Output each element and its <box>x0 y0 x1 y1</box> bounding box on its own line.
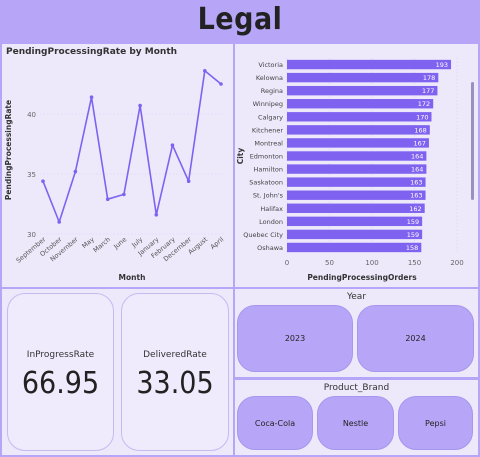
kpi-value-inprogress: 66.95 <box>21 366 100 401</box>
bar-value-label: 167 <box>414 139 426 147</box>
bar-value-label: 159 <box>407 231 419 239</box>
line-point <box>186 179 191 183</box>
bar <box>287 216 423 227</box>
category-label: Kelowna <box>256 74 283 82</box>
bar-value-label: 177 <box>422 87 434 95</box>
line-chart: 303540SeptemberOctoberNovember MayMarch Ju… <box>4 69 226 282</box>
line-point <box>57 220 61 224</box>
x-tick-label: 200 <box>450 259 463 267</box>
brand-option-pepsi[interactable]: Pepsi <box>398 396 473 450</box>
category-label: Victoria <box>258 61 283 69</box>
category-label: St. John's <box>253 192 284 200</box>
kpi-label-delivered: DeliveredRate <box>143 350 207 360</box>
category-label: Halifax <box>260 205 283 213</box>
brand-option-coca-cola[interactable]: Coca-Cola <box>237 396 313 450</box>
x-tick-label: 150 <box>408 259 421 267</box>
y-tick-label: 40 <box>27 111 36 119</box>
bar <box>287 59 452 70</box>
bar <box>287 112 432 122</box>
bar <box>287 190 426 200</box>
line-point <box>170 143 175 147</box>
line-point <box>89 95 94 99</box>
category-label: Regina <box>261 87 283 95</box>
x-tick-label: 0 <box>285 259 289 267</box>
scrollbar-thumb[interactable] <box>471 82 474 200</box>
x-tick-label: June <box>111 235 128 251</box>
kpi-card-delivered: DeliveredRate 33.05 <box>121 293 229 451</box>
x-tick-label: 100 <box>365 259 378 267</box>
line-series <box>42 70 222 223</box>
category-label: Edmonton <box>250 153 283 161</box>
bar-value-label: 170 <box>416 113 428 121</box>
category-label: Montreal <box>254 139 283 147</box>
bar-value-label: 158 <box>406 244 418 252</box>
category-label: Quebec City <box>243 231 283 239</box>
bar <box>287 99 434 109</box>
bar-value-label: 163 <box>410 179 422 187</box>
bar-value-label: 164 <box>411 153 423 161</box>
line-point <box>41 179 45 183</box>
y-tick-label: 30 <box>27 231 36 239</box>
category-label: Oshawa <box>257 244 283 252</box>
bar-value-label: 164 <box>411 166 423 174</box>
bar <box>287 125 430 135</box>
bar <box>287 151 427 161</box>
bar <box>287 229 423 240</box>
y-tick-label: 35 <box>27 171 36 179</box>
bar <box>287 242 422 253</box>
bar-chart: 0 50 100 150 200 Victoria 193 Kelowna 178 Regina 1… <box>236 58 474 282</box>
category-label: Hamilton <box>254 166 283 174</box>
bar-value-label: 168 <box>414 126 426 134</box>
bar-chart-panel[interactable]: 0 50 100 150 200 Victoria 193 Kelowna 178 Regina 1… <box>235 44 478 287</box>
page-title: Legal <box>197 2 283 37</box>
bar <box>287 72 439 83</box>
line-point <box>203 69 207 73</box>
year-option-2024[interactable]: 2024 <box>357 305 474 372</box>
kpi-panel-delivered: DeliveredRate 33.05 <box>117 289 233 455</box>
brand-option-nestle[interactable]: Nestle <box>317 396 394 450</box>
year-option-2023[interactable]: 2023 <box>237 305 353 372</box>
bar <box>287 203 425 213</box>
line-point <box>219 82 223 86</box>
line-point <box>122 192 126 197</box>
bar-value-label: 163 <box>410 192 422 200</box>
bar-value-label: 159 <box>407 218 419 226</box>
kpi-label-inprogress: InProgressRate <box>26 350 95 360</box>
year-slicer-title: Year <box>346 292 367 302</box>
bar-value-label: 178 <box>423 74 435 82</box>
line-point <box>73 169 78 174</box>
x-tick-label: 50 <box>325 259 334 267</box>
bar <box>287 138 429 148</box>
x-axis-label: Month <box>119 273 146 282</box>
brand-slicer: Product_Brand Coca-Cola Nestle Pepsi <box>235 380 478 455</box>
category-label: Kitchener <box>252 126 283 134</box>
category-label: Calgary <box>258 113 283 121</box>
bar <box>287 85 438 96</box>
bar-value-label: 193 <box>436 61 448 69</box>
line-point <box>154 213 159 217</box>
bar-value-label: 162 <box>409 205 421 213</box>
category-label: Winnipeg <box>253 100 283 108</box>
line-chart-panel[interactable]: PendingProcessingRate by Month 30 35 40 Sep… <box>2 44 233 287</box>
bar <box>287 164 427 174</box>
bar-value-label: 172 <box>418 100 430 108</box>
category-label: Saskatoon <box>249 179 283 187</box>
line-point <box>105 197 110 201</box>
kpi-value-delivered: 33.05 <box>136 366 214 401</box>
x-tick-label: March <box>92 235 112 254</box>
x-axis-label: PendingProcessingOrders <box>307 273 417 282</box>
bar <box>287 177 426 187</box>
y-axis-label: PendingProcessingRate <box>4 100 13 200</box>
brand-slicer-title: Product_Brand <box>323 383 390 393</box>
kpi-card-inprogress: InProgressRate 66.95 <box>7 293 114 451</box>
y-axis-label: City <box>236 148 245 165</box>
x-tick-label: April <box>209 235 226 251</box>
line-point <box>138 103 142 108</box>
year-slicer: Year 2023 2024 <box>235 289 478 377</box>
kpi-panel-inprogress: InProgressRate 66.95 <box>2 289 118 455</box>
category-label: London <box>259 218 283 226</box>
